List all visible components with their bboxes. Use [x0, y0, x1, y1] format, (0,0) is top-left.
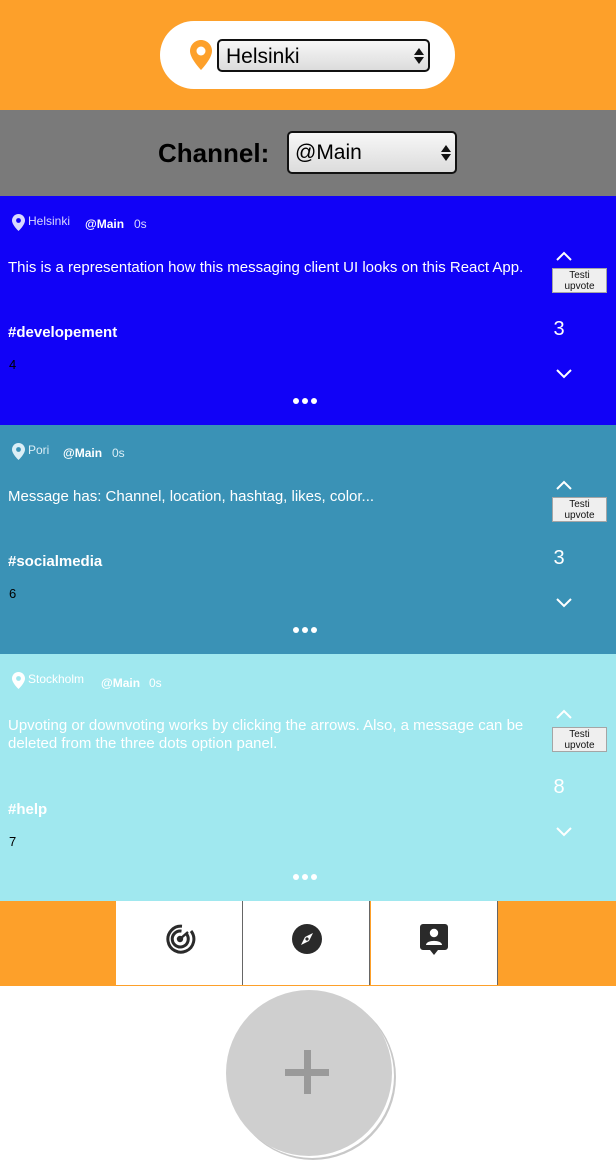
- message-hashtag: #developement: [8, 324, 118, 341]
- location-pin-icon: [12, 443, 25, 460]
- message-hashtag: #socialmedia: [8, 553, 103, 570]
- compass-icon: [292, 924, 322, 954]
- vote-count: 3: [553, 318, 565, 340]
- radar-icon: [166, 924, 196, 954]
- options-dots-icon[interactable]: [293, 627, 317, 633]
- message-card: Stockholm @Main 0s Upvoting or downvotin…: [0, 654, 616, 901]
- upvote-arrow-icon[interactable]: [555, 250, 573, 262]
- channel-label: Channel:: [158, 138, 270, 168]
- message-age: 0s: [112, 446, 125, 460]
- location-pin-icon: [190, 40, 212, 70]
- message-number: 4: [9, 357, 17, 372]
- location-pin-icon: [12, 672, 25, 689]
- nav-tab-profile[interactable]: [371, 901, 498, 985]
- location-select[interactable]: Helsinki: [217, 39, 430, 72]
- message-location: Pori: [28, 443, 50, 457]
- message-hashtag: #help: [8, 801, 48, 818]
- vote-count: 8: [553, 776, 565, 798]
- upvote-arrow-icon[interactable]: [555, 479, 573, 491]
- contact-icon: [420, 924, 448, 955]
- location-select-value: Helsinki: [226, 45, 300, 68]
- test-upvote-button[interactable]: Testi upvote: [552, 268, 607, 293]
- plus-icon: [285, 1050, 329, 1094]
- message-text: Message has: Channel, location, hashtag,…: [8, 488, 375, 505]
- message-age: 0s: [149, 676, 162, 690]
- downvote-arrow-icon[interactable]: [555, 596, 573, 608]
- upvote-arrow-icon[interactable]: [555, 708, 573, 720]
- message-text: Upvoting or downvoting works by clicking…: [8, 717, 524, 752]
- location-header: Helsinki: [0, 0, 616, 110]
- test-upvote-button[interactable]: Testi upvote: [552, 727, 607, 752]
- message-location: Helsinki: [28, 214, 71, 228]
- nav-tab-radar[interactable]: [116, 901, 243, 985]
- nav-tab-explore[interactable]: [243, 901, 370, 985]
- vote-count: 3: [553, 547, 565, 569]
- options-dots-icon[interactable]: [293, 398, 317, 404]
- downvote-arrow-icon[interactable]: [555, 367, 573, 379]
- test-upvote-button[interactable]: Testi upvote: [552, 497, 607, 522]
- message-channel: @Main: [101, 676, 141, 690]
- channel-bar: Channel: @Main: [0, 110, 616, 196]
- message-text: This is a representation how this messag…: [8, 259, 524, 276]
- message-number: 6: [9, 586, 17, 601]
- channel-select-value: @Main: [295, 141, 362, 164]
- message-card: Helsinki @Main 0s This is a representati…: [0, 196, 616, 425]
- bottom-nav: [0, 901, 616, 986]
- options-dots-icon[interactable]: [293, 874, 317, 880]
- downvote-arrow-icon[interactable]: [555, 825, 573, 837]
- select-arrows-icon: [414, 47, 424, 64]
- message-age: 0s: [134, 217, 147, 231]
- message-channel: @Main: [85, 217, 125, 231]
- message-card: Pori @Main 0s Message has: Channel, loca…: [0, 425, 616, 654]
- location-pill: Helsinki: [160, 21, 455, 89]
- location-pin-icon: [12, 214, 25, 231]
- message-location: Stockholm: [28, 672, 85, 686]
- channel-select[interactable]: @Main: [287, 131, 457, 174]
- message-channel: @Main: [63, 446, 103, 460]
- add-message-button[interactable]: [226, 990, 392, 1156]
- message-number: 7: [9, 834, 17, 849]
- select-arrows-icon: [441, 144, 451, 161]
